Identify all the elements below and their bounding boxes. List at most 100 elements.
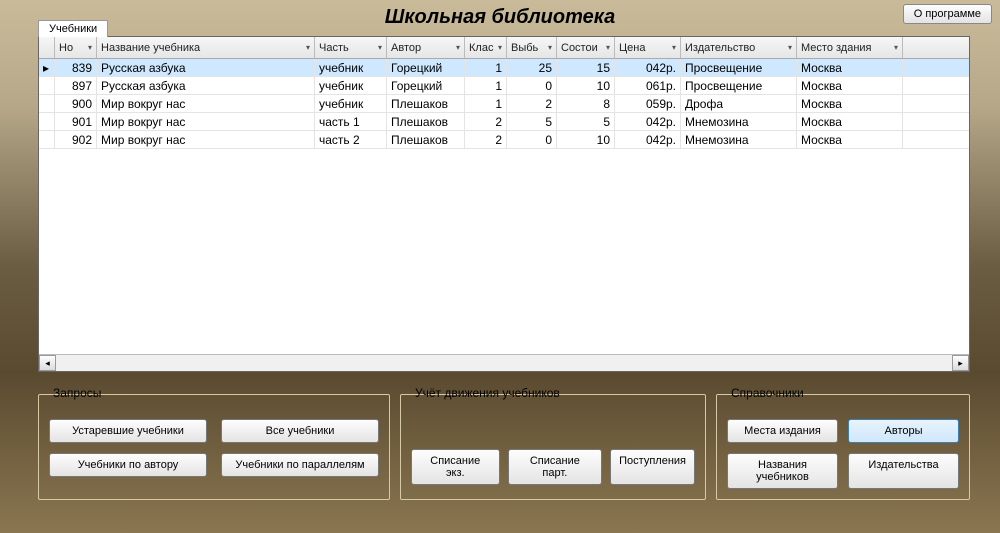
scroll-track[interactable] xyxy=(56,355,952,371)
dropdown-icon: ▾ xyxy=(548,43,552,52)
cell-grade: 1 xyxy=(465,95,507,112)
group-movement-title: Учёт движения учебников xyxy=(411,386,564,400)
cell-sost: 5 xyxy=(557,113,615,130)
about-button[interactable]: О программе xyxy=(903,4,992,24)
group-queries-title: Запросы xyxy=(49,386,105,400)
page-title: Школьная библиотека xyxy=(0,6,1000,29)
cell-no: 897 xyxy=(55,77,97,94)
row-selector[interactable] xyxy=(39,77,55,94)
cell-part: часть 1 xyxy=(315,113,387,130)
arrivals-button[interactable]: Поступления xyxy=(610,449,695,485)
cell-place: Москва xyxy=(797,77,903,94)
cell-author: Горецкий xyxy=(387,77,465,94)
grid-body: ▸839Русская азбукаучебникГорецкий1251504… xyxy=(39,59,969,354)
cell-price: 042р. xyxy=(615,131,681,148)
table-row[interactable]: ▸839Русская азбукаучебникГорецкий1251504… xyxy=(39,59,969,77)
cell-author: Горецкий xyxy=(387,59,465,76)
cell-publisher: Просвещение xyxy=(681,77,797,94)
cell-vyb: 25 xyxy=(507,59,557,76)
publishers-button[interactable]: Издательства xyxy=(848,453,959,489)
col-selector[interactable] xyxy=(39,37,55,58)
dropdown-icon: ▾ xyxy=(498,43,502,52)
col-grade[interactable]: Клас▾ xyxy=(465,37,507,58)
cell-sost: 15 xyxy=(557,59,615,76)
cell-no: 902 xyxy=(55,131,97,148)
col-sost[interactable]: Состои▾ xyxy=(557,37,615,58)
cell-publisher: Просвещение xyxy=(681,59,797,76)
row-selector[interactable] xyxy=(39,131,55,148)
cell-grade: 2 xyxy=(465,113,507,130)
titles-button[interactable]: Названия учебников xyxy=(727,453,838,489)
row-selector[interactable] xyxy=(39,95,55,112)
col-place[interactable]: Место здания▾ xyxy=(797,37,903,58)
cell-title: Мир вокруг нас xyxy=(97,131,315,148)
col-price[interactable]: Цена▾ xyxy=(615,37,681,58)
cell-place: Москва xyxy=(797,131,903,148)
writeoff-batch-button[interactable]: Списание парт. xyxy=(508,449,603,485)
cell-title: Мир вокруг нас xyxy=(97,95,315,112)
col-part[interactable]: Часть▾ xyxy=(315,37,387,58)
scrollbar-horizontal[interactable]: ◂ ▸ xyxy=(39,354,969,371)
dropdown-icon: ▾ xyxy=(894,43,898,52)
cell-place: Москва xyxy=(797,95,903,112)
scroll-left-button[interactable]: ◂ xyxy=(39,355,56,371)
cell-price: 059р. xyxy=(615,95,681,112)
table-row[interactable]: 900Мир вокруг насучебникПлешаков128059р.… xyxy=(39,95,969,113)
grid-header: Но▾ Название учебника▾ Часть▾ Автор▾ Кла… xyxy=(39,37,969,59)
group-queries: Запросы Устаревшие учебники Все учебники… xyxy=(38,394,390,500)
table-row[interactable]: 897Русская азбукаучебникГорецкий1010061р… xyxy=(39,77,969,95)
cell-grade: 2 xyxy=(465,131,507,148)
cell-publisher: Мнемозина xyxy=(681,131,797,148)
cell-part: учебник xyxy=(315,95,387,112)
dropdown-icon: ▾ xyxy=(378,43,382,52)
table-row[interactable]: 901Мир вокруг насчасть 1Плешаков255042р.… xyxy=(39,113,969,131)
cell-no: 901 xyxy=(55,113,97,130)
row-selector[interactable] xyxy=(39,113,55,130)
cell-sost: 10 xyxy=(557,77,615,94)
cell-place: Москва xyxy=(797,113,903,130)
authors-button[interactable]: Авторы xyxy=(848,419,959,443)
cell-price: 042р. xyxy=(615,113,681,130)
cell-vyb: 0 xyxy=(507,131,557,148)
cell-no: 900 xyxy=(55,95,97,112)
col-publisher[interactable]: Издательство▾ xyxy=(681,37,797,58)
cell-part: учебник xyxy=(315,59,387,76)
col-title[interactable]: Название учебника▾ xyxy=(97,37,315,58)
col-vyb[interactable]: Выбь▾ xyxy=(507,37,557,58)
cell-vyb: 0 xyxy=(507,77,557,94)
by-parallel-button[interactable]: Учебники по параллелям xyxy=(221,453,379,477)
cell-author: Плешаков xyxy=(387,131,465,148)
cell-part: часть 2 xyxy=(315,131,387,148)
row-selector[interactable]: ▸ xyxy=(39,59,55,76)
cell-place: Москва xyxy=(797,59,903,76)
old-textbooks-button[interactable]: Устаревшие учебники xyxy=(49,419,207,443)
cell-sost: 10 xyxy=(557,131,615,148)
writeoff-copy-button[interactable]: Списание экз. xyxy=(411,449,500,485)
group-movement: Учёт движения учебников Списание экз. Сп… xyxy=(400,394,706,500)
places-button[interactable]: Места издания xyxy=(727,419,838,443)
table-row[interactable]: 902Мир вокруг насчасть 2Плешаков2010042р… xyxy=(39,131,969,149)
cell-sost: 8 xyxy=(557,95,615,112)
dropdown-icon: ▾ xyxy=(306,43,310,52)
scroll-right-button[interactable]: ▸ xyxy=(952,355,969,371)
cell-vyb: 2 xyxy=(507,95,557,112)
col-author[interactable]: Автор▾ xyxy=(387,37,465,58)
cell-grade: 1 xyxy=(465,77,507,94)
cell-title: Русская азбука xyxy=(97,77,315,94)
cell-price: 061р. xyxy=(615,77,681,94)
dropdown-icon: ▾ xyxy=(606,43,610,52)
tab-textbooks[interactable]: Учебники xyxy=(38,20,108,37)
group-references-title: Справочники xyxy=(727,386,808,400)
cell-part: учебник xyxy=(315,77,387,94)
by-author-button[interactable]: Учебники по автору xyxy=(49,453,207,477)
all-textbooks-button[interactable]: Все учебники xyxy=(221,419,379,443)
dropdown-icon: ▾ xyxy=(788,43,792,52)
cell-grade: 1 xyxy=(465,59,507,76)
sort-icon: ▾ xyxy=(88,43,92,52)
cell-no: 839 xyxy=(55,59,97,76)
dropdown-icon: ▾ xyxy=(672,43,676,52)
cell-publisher: Мнемозина xyxy=(681,113,797,130)
cell-author: Плешаков xyxy=(387,113,465,130)
col-no[interactable]: Но▾ xyxy=(55,37,97,58)
cell-publisher: Дрофа xyxy=(681,95,797,112)
